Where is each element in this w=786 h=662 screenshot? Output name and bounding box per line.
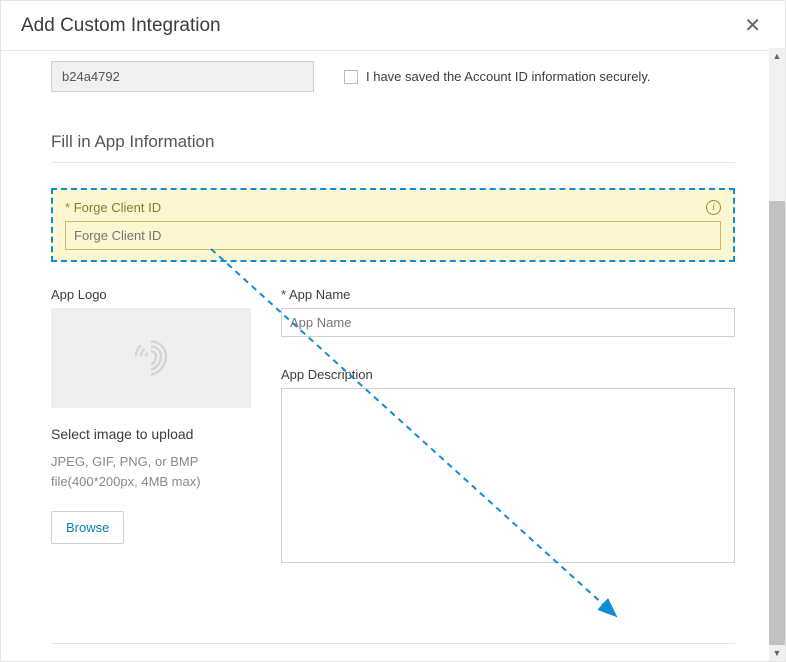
fingerprint-icon — [131, 338, 171, 378]
app-description-label: App Description — [281, 367, 735, 382]
checkbox-row: I have saved the Account ID information … — [344, 69, 650, 84]
app-name-input[interactable] — [281, 308, 735, 337]
logo-placeholder — [51, 308, 251, 408]
browse-button[interactable]: Browse — [51, 511, 124, 544]
saved-securely-checkbox[interactable] — [344, 70, 358, 84]
two-column-layout: App Logo Select image to upload JPEG, GI… — [51, 287, 735, 598]
app-description-group: App Description — [281, 367, 735, 568]
app-description-textarea[interactable] — [281, 388, 735, 563]
account-row: b24a4792 I have saved the Account ID inf… — [51, 61, 735, 92]
upload-hint: JPEG, GIF, PNG, or BMP file(400*200px, 4… — [51, 452, 251, 491]
forge-client-id-highlight: * Forge Client ID i — [51, 188, 735, 262]
app-logo-label: App Logo — [51, 287, 251, 302]
saved-securely-label: I have saved the Account ID information … — [366, 69, 650, 84]
dialog-footer: Back Save — [51, 643, 735, 661]
left-column: App Logo Select image to upload JPEG, GI… — [51, 287, 251, 598]
forge-client-id-label: * Forge Client ID — [65, 200, 161, 215]
dialog-header: Add Custom Integration ✕ — [1, 1, 785, 51]
section-title: Fill in App Information — [51, 132, 735, 152]
close-icon[interactable]: ✕ — [740, 13, 765, 38]
app-name-group: * App Name — [281, 287, 735, 337]
right-column: * App Name App Description — [281, 287, 735, 598]
section-divider — [51, 162, 735, 163]
info-icon[interactable]: i — [706, 200, 721, 215]
dialog-title: Add Custom Integration — [21, 15, 221, 37]
app-name-label: * App Name — [281, 287, 735, 302]
account-id-display: b24a4792 — [51, 61, 314, 92]
upload-title: Select image to upload — [51, 426, 251, 442]
dialog-content: b24a4792 I have saved the Account ID inf… — [1, 51, 785, 661]
forge-client-id-input[interactable] — [65, 221, 721, 250]
forge-client-id-label-row: * Forge Client ID i — [65, 200, 721, 215]
